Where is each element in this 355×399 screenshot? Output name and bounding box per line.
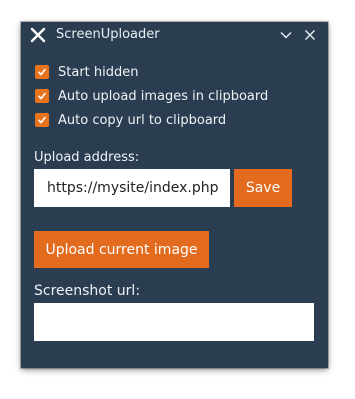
option-auto-upload[interactable]: Auto upload images in clipboard xyxy=(35,87,268,105)
screenuploader-window: ScreenUploader Start hidden Auto upload … xyxy=(21,22,328,368)
screenshot-url-field[interactable] xyxy=(34,303,314,341)
titlebar[interactable]: ScreenUploader xyxy=(21,22,328,48)
option-start-hidden[interactable]: Start hidden xyxy=(35,63,138,81)
start-hidden-label: Start hidden xyxy=(58,64,139,80)
chevron-down-icon[interactable] xyxy=(278,27,294,43)
close-icon[interactable] xyxy=(302,27,318,43)
x-logo-icon xyxy=(30,27,46,43)
auto-upload-label: Auto upload images in clipboard xyxy=(58,88,269,104)
auto-copy-url-checkbox[interactable] xyxy=(35,113,49,127)
auto-copy-url-label: Auto copy url to clipboard xyxy=(58,112,227,128)
upload-address-label: Upload address: xyxy=(34,150,140,165)
auto-upload-checkbox[interactable] xyxy=(35,89,49,103)
start-hidden-checkbox[interactable] xyxy=(35,65,49,79)
screenshot-url-label: Screenshot url: xyxy=(34,283,141,299)
upload-address-input[interactable]: https://mysite/index.php xyxy=(34,169,230,207)
option-auto-copy-url[interactable]: Auto copy url to clipboard xyxy=(35,111,226,129)
upload-current-image-button[interactable]: Upload current image xyxy=(34,231,209,268)
save-button[interactable]: Save xyxy=(234,169,292,207)
window-title: ScreenUploader xyxy=(56,27,160,42)
